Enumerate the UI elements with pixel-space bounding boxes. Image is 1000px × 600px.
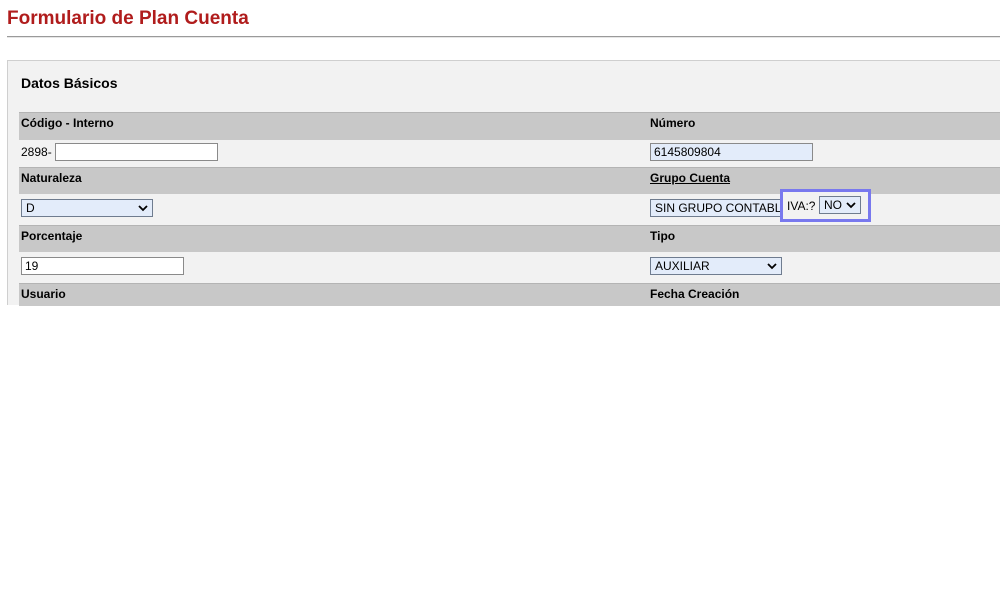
row-porcentaje-tipo: AUXILIAR bbox=[19, 252, 1000, 283]
chevron-down-icon bbox=[846, 202, 856, 209]
label-codigo-interno: Código - Interno bbox=[21, 116, 114, 130]
header-row-codigo-numero: Código - Interno Número bbox=[19, 112, 1000, 140]
iva-selected-value: NO bbox=[824, 198, 842, 212]
codigo-prefix: 2898- bbox=[21, 145, 52, 159]
grupo-cuenta-link[interactable]: Grupo Cuenta bbox=[650, 171, 730, 185]
section-title: Datos Básicos bbox=[21, 75, 118, 91]
iva-select[interactable]: NO bbox=[819, 196, 861, 214]
tipo-selected-value: AUXILIAR bbox=[655, 259, 710, 273]
page-title: Formulario de Plan Cuenta bbox=[7, 8, 249, 29]
chevron-down-icon bbox=[767, 263, 777, 270]
codigo-interno-input[interactable] bbox=[55, 143, 218, 161]
datos-basicos-panel: Datos Básicos Código - Interno Número 28… bbox=[7, 60, 1000, 306]
numero-input[interactable] bbox=[650, 143, 813, 161]
label-usuario: Usuario bbox=[21, 287, 66, 301]
label-tipo: Tipo bbox=[650, 229, 676, 243]
grupo-cuenta-selected-value: SIN GRUPO CONTABLE bbox=[655, 201, 790, 215]
title-divider bbox=[7, 36, 1000, 38]
iva-label: IVA:? bbox=[787, 199, 816, 213]
iva-focus-box: IVA:? NO bbox=[780, 189, 871, 222]
naturaleza-select[interactable]: D bbox=[21, 199, 153, 217]
header-row-usuario-fecha: Usuario Fecha Creación bbox=[19, 283, 1000, 306]
header-row-porcentaje-tipo: Porcentaje Tipo bbox=[19, 225, 1000, 252]
label-fecha-creacion: Fecha Creación bbox=[650, 287, 740, 301]
label-naturaleza: Naturaleza bbox=[21, 171, 82, 185]
naturaleza-selected-value: D bbox=[26, 201, 35, 215]
chevron-down-icon bbox=[138, 205, 148, 212]
label-porcentaje: Porcentaje bbox=[21, 229, 83, 243]
porcentaje-input[interactable] bbox=[21, 257, 184, 275]
label-numero: Número bbox=[650, 116, 696, 130]
row-codigo-numero: 2898- bbox=[19, 140, 1000, 167]
tipo-select[interactable]: AUXILIAR bbox=[650, 257, 782, 275]
